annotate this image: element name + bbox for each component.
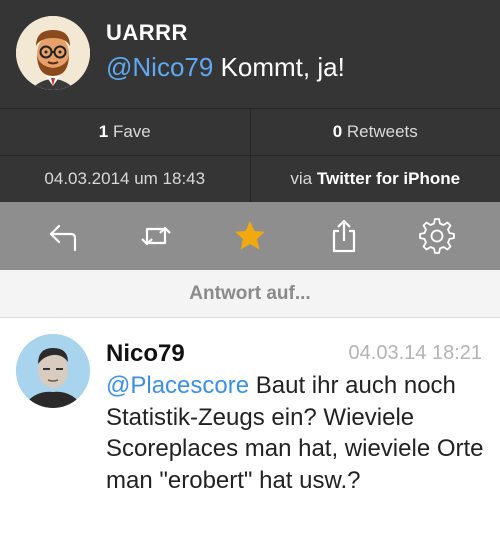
- tweet-header: UARRR @Nico79 Kommt, ja!: [0, 0, 500, 108]
- reply-text: @Placescore Baut ihr auch noch Statistik…: [106, 370, 486, 497]
- tweet-source: via Twitter for iPhone: [249, 156, 500, 202]
- in-reply-to-tweet[interactable]: Nico79 04.03.14 18:21 @Placescore Baut i…: [0, 318, 500, 536]
- reply-icon: [49, 224, 76, 252]
- faves-count: 1: [98, 122, 109, 141]
- retweets-label: Retweets: [346, 122, 418, 141]
- retweets-count: 0: [332, 122, 343, 141]
- favorite-button[interactable]: [228, 214, 272, 258]
- retweet-icon: [141, 226, 172, 246]
- reply-author-avatar[interactable]: [16, 334, 90, 408]
- tweet-timestamp: 04.03.2014 um 18:43: [44, 169, 206, 188]
- author-name[interactable]: UARRR: [106, 20, 188, 46]
- retweet-button[interactable]: [134, 214, 178, 258]
- author-avatar[interactable]: [16, 16, 90, 90]
- tweet-text: @Nico79 Kommt, ja!: [106, 52, 345, 83]
- reply-header: Antwort auf...: [0, 270, 500, 318]
- settings-gear-icon: [419, 218, 456, 254]
- reply-timestamp: 04.03.14 18:21: [348, 342, 482, 364]
- tweet-body-text: Kommt, ja!: [220, 52, 345, 82]
- settings-button[interactable]: [415, 214, 459, 258]
- reply-author-name[interactable]: Nico79: [106, 340, 185, 368]
- action-toolbar: [0, 202, 500, 270]
- share-icon: [332, 219, 355, 253]
- tweet-stats-row: 1 Fave 0 Retweets: [0, 108, 500, 155]
- faves-label: Fave: [112, 122, 151, 141]
- tweet-mention-link[interactable]: @Nico79: [106, 52, 213, 82]
- faves-stat[interactable]: 1 Fave: [0, 109, 250, 155]
- reply-mention-link[interactable]: @Placescore: [106, 372, 249, 399]
- share-button[interactable]: [322, 214, 366, 258]
- source-app[interactable]: Twitter for iPhone: [317, 169, 460, 189]
- cartoon-avatar-icon: [16, 16, 90, 90]
- retweets-stat[interactable]: 0 Retweets: [249, 109, 500, 155]
- user-photo-icon: [16, 334, 90, 408]
- via-prefix: via: [290, 169, 313, 188]
- favorite-star-icon: [234, 221, 265, 250]
- tweet-meta-row: 04.03.2014 um 18:43 via Twitter for iPho…: [0, 155, 500, 202]
- reply-button[interactable]: [41, 214, 85, 258]
